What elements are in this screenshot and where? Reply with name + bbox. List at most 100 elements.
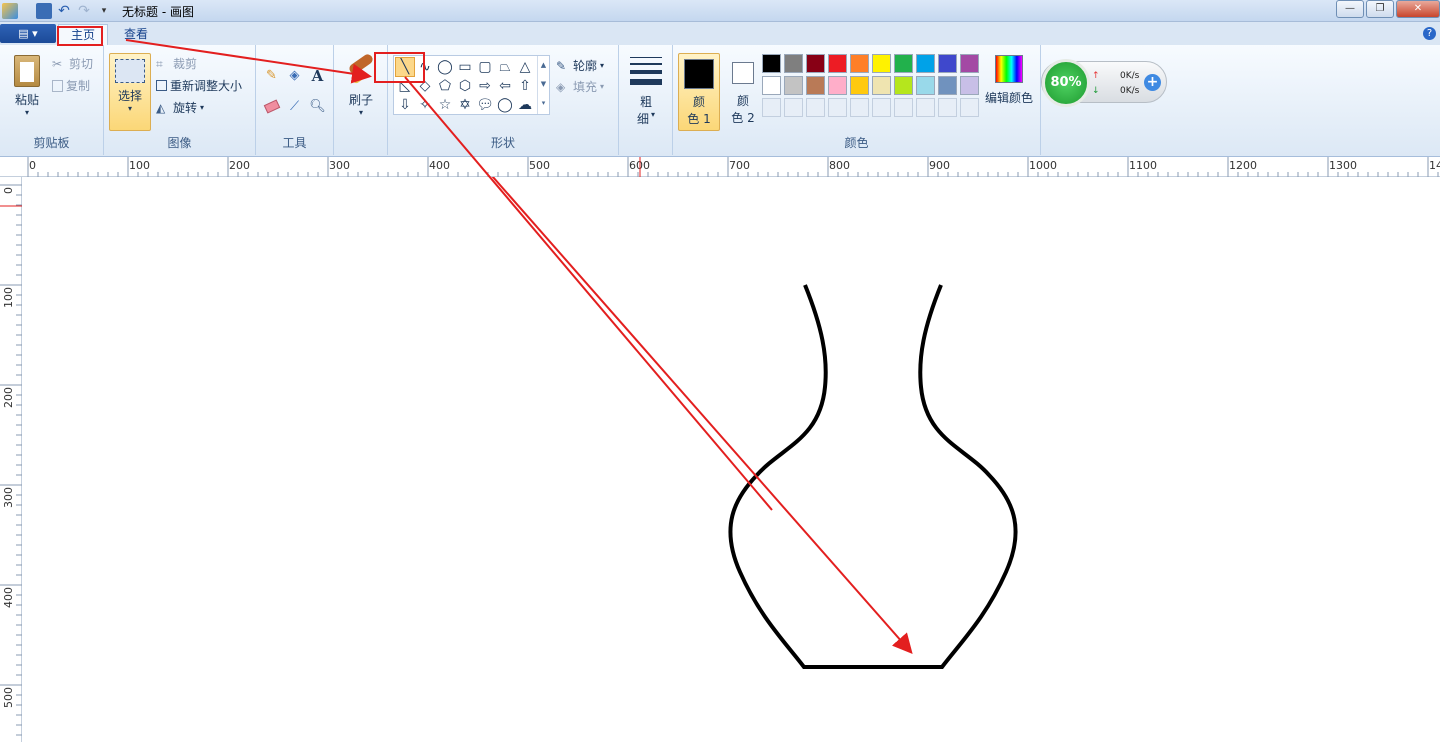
- undo-icon[interactable]: ↶: [56, 3, 72, 19]
- oval-callout-shape-icon[interactable]: ◯: [495, 95, 515, 115]
- outline-button[interactable]: ✎ 轮廓 ▾: [556, 57, 604, 74]
- ruler-label: 900: [929, 159, 950, 172]
- color1-swatch: [684, 59, 714, 89]
- magnifier-icon[interactable]: 🔍︎: [307, 96, 328, 117]
- palette-swatch[interactable]: [828, 98, 847, 117]
- ruler-label: 100: [129, 159, 150, 172]
- chevron-down-icon: ▾: [200, 103, 205, 112]
- palette-swatch[interactable]: [850, 76, 869, 95]
- four-point-star-shape-icon[interactable]: ✧: [415, 95, 435, 115]
- color1-button[interactable]: 颜 色 1: [678, 53, 720, 131]
- palette-swatch[interactable]: [938, 76, 957, 95]
- size-button[interactable]: 粗 细 ▾: [627, 55, 665, 127]
- edit-colors-button[interactable]: 编辑颜色: [981, 55, 1037, 106]
- clipboard-icon: [14, 55, 40, 87]
- palette-swatch[interactable]: [872, 54, 891, 73]
- resize-button[interactable]: 重新调整大小: [156, 77, 242, 94]
- copy-icon: [52, 79, 63, 92]
- eraser-icon[interactable]: [261, 96, 282, 117]
- rectangle-shape-icon[interactable]: ▭: [455, 57, 475, 77]
- ruler-label: 1100: [1129, 159, 1157, 172]
- down-arrow-shape-icon[interactable]: ⇩: [395, 95, 415, 115]
- triangle-shape-icon[interactable]: △: [515, 57, 535, 77]
- palette-swatch[interactable]: [872, 98, 891, 117]
- palette-swatch[interactable]: [916, 54, 935, 73]
- palette-swatch[interactable]: [850, 54, 869, 73]
- palette-swatch[interactable]: [806, 54, 825, 73]
- customize-qat-icon[interactable]: ▾: [96, 3, 112, 19]
- right-arrow-shape-icon[interactable]: ⇨: [475, 76, 495, 96]
- polygon-shape-icon[interactable]: ⏢: [495, 57, 515, 77]
- palette-swatch[interactable]: [828, 54, 847, 73]
- select-button[interactable]: 选择 ▾: [109, 53, 151, 131]
- upload-speed-value: 0K/s: [1120, 71, 1140, 81]
- five-point-star-shape-icon[interactable]: ☆: [435, 95, 455, 115]
- drawing-canvas[interactable]: [22, 177, 1440, 742]
- rainbow-icon: [995, 55, 1023, 83]
- color-picker-icon[interactable]: ⟋: [284, 96, 305, 117]
- chevron-down-icon: ▾: [600, 82, 605, 91]
- palette-swatch[interactable]: [938, 54, 957, 73]
- color2-label-2: 色 2: [731, 111, 755, 125]
- redo-icon[interactable]: ↷: [76, 3, 92, 19]
- palette-swatch[interactable]: [828, 76, 847, 95]
- shapes-scroll[interactable]: ▲ ▼ ▾: [537, 56, 549, 114]
- annotation-box-line-tool: [374, 52, 425, 83]
- palette-swatch[interactable]: [784, 98, 803, 117]
- palette-swatch[interactable]: [894, 76, 913, 95]
- tab-view[interactable]: 查看: [112, 24, 160, 45]
- ruler-label: 200: [2, 387, 15, 408]
- cut-button[interactable]: ✂ 剪切: [52, 55, 93, 72]
- fill-button[interactable]: ◈ 填充 ▾: [556, 78, 604, 95]
- palette-swatch[interactable]: [960, 76, 979, 95]
- ruler-label: 300: [329, 159, 350, 172]
- crop-button[interactable]: ⌗ 裁剪: [156, 55, 197, 72]
- cloud-callout-shape-icon[interactable]: ☁︎: [515, 95, 535, 115]
- palette-swatch[interactable]: [806, 76, 825, 95]
- oval-shape-icon[interactable]: ◯: [435, 57, 455, 77]
- palette-swatch[interactable]: [762, 98, 781, 117]
- up-arrow-shape-icon[interactable]: ⇧: [515, 76, 535, 96]
- fill-bucket-icon[interactable]: ◈: [284, 65, 305, 86]
- select-label: 选择: [117, 89, 142, 103]
- palette-swatch[interactable]: [806, 98, 825, 117]
- paint-app-icon[interactable]: [2, 3, 18, 19]
- six-point-star-shape-icon[interactable]: ✡: [455, 95, 475, 115]
- palette-swatch[interactable]: [850, 98, 869, 117]
- palette-swatch[interactable]: [762, 54, 781, 73]
- maximize-button[interactable]: ❐: [1366, 0, 1394, 18]
- upload-arrow-icon: ↑: [1092, 71, 1100, 81]
- palette-swatch[interactable]: [960, 54, 979, 73]
- help-icon[interactable]: ?: [1423, 27, 1436, 40]
- annotation-box-home-tab: [57, 26, 103, 46]
- palette-swatch[interactable]: [938, 98, 957, 117]
- palette-swatch[interactable]: [894, 98, 913, 117]
- palette-swatch[interactable]: [916, 98, 935, 117]
- color2-button[interactable]: 颜 色 2: [724, 53, 762, 131]
- pentagon-shape-icon[interactable]: ⬠: [435, 76, 455, 96]
- ruler-label: 800: [829, 159, 850, 172]
- add-icon[interactable]: +: [1144, 74, 1161, 91]
- pencil-icon[interactable]: ✎: [261, 65, 282, 86]
- save-icon[interactable]: [36, 3, 52, 19]
- vertical-ruler: 0 100 200 300 400 500: [0, 177, 22, 742]
- left-arrow-shape-icon[interactable]: ⇦: [495, 76, 515, 96]
- close-button[interactable]: ✕: [1396, 0, 1440, 18]
- palette-swatch[interactable]: [916, 76, 935, 95]
- minimize-button[interactable]: —: [1336, 0, 1364, 18]
- palette-swatch[interactable]: [872, 76, 891, 95]
- palette-swatch[interactable]: [894, 54, 913, 73]
- paste-button[interactable]: 粘贴 ▾: [8, 55, 46, 117]
- paint-menu-button[interactable]: ▤ ▾: [0, 24, 56, 43]
- rotate-button[interactable]: ◭ 旋转 ▾: [156, 99, 204, 116]
- text-tool-icon[interactable]: A: [307, 65, 328, 86]
- palette-swatch[interactable]: [784, 54, 803, 73]
- hexagon-shape-icon[interactable]: ⬡: [455, 76, 475, 96]
- copy-button[interactable]: 复制: [52, 77, 90, 94]
- palette-swatch[interactable]: [784, 76, 803, 95]
- palette-swatch[interactable]: [762, 76, 781, 95]
- color-palette: [762, 54, 984, 120]
- palette-swatch[interactable]: [960, 98, 979, 117]
- rounded-rectangle-shape-icon[interactable]: ▢: [475, 57, 495, 77]
- rounded-callout-shape-icon[interactable]: 💬︎: [475, 95, 495, 115]
